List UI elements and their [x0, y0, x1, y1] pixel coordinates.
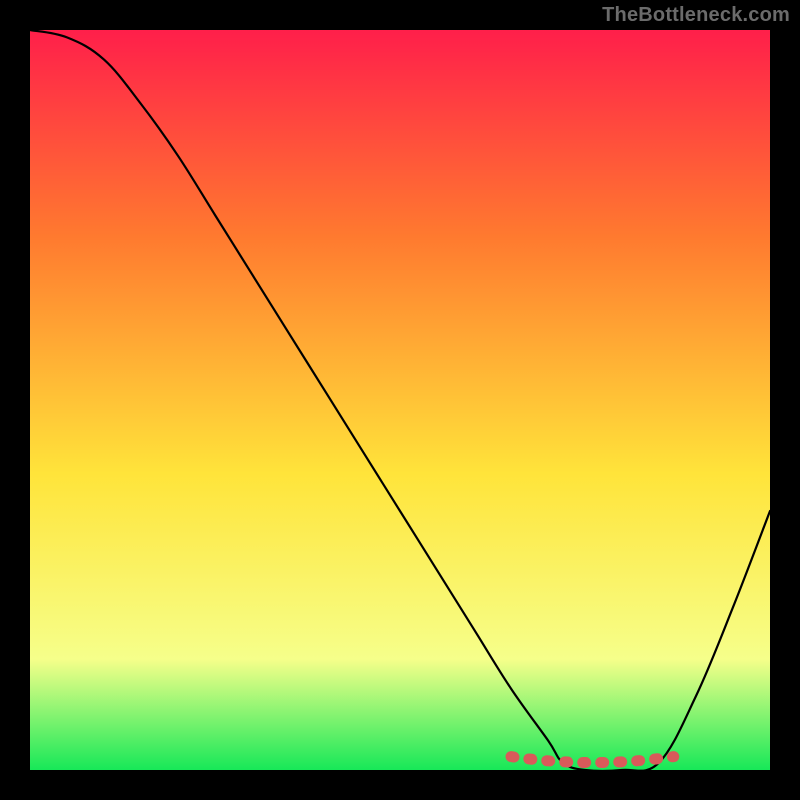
- chart-svg: [30, 30, 770, 770]
- chart-frame: TheBottleneck.com: [0, 0, 800, 800]
- gradient-background: [30, 30, 770, 770]
- watermark-text: TheBottleneck.com: [602, 4, 790, 27]
- plot-area: [30, 30, 770, 770]
